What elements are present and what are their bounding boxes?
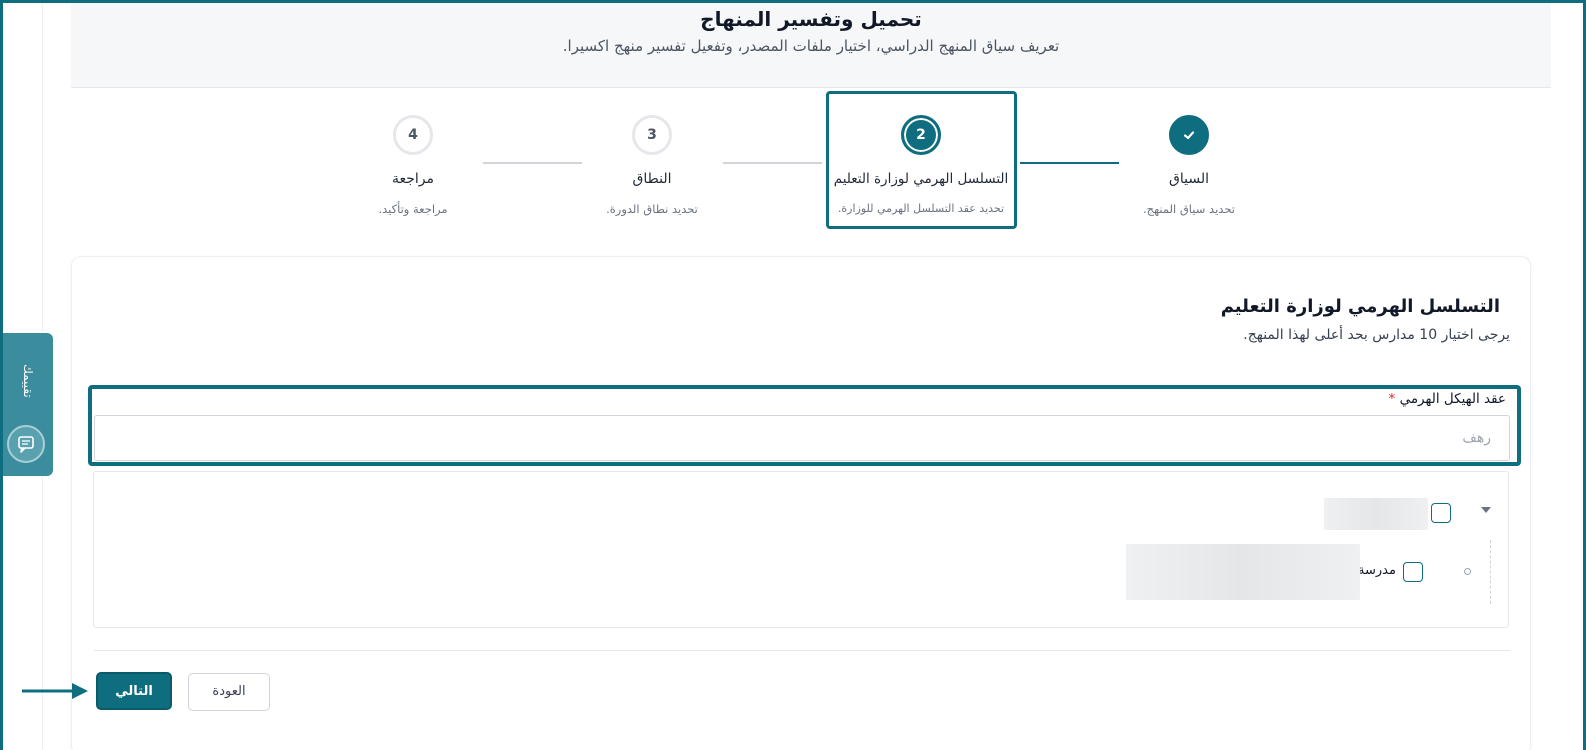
- feedback-icon[interactable]: [7, 425, 45, 463]
- hierarchy-node-input[interactable]: [94, 415, 1510, 461]
- step-description: تحديد عقد التسلسل الهرمي للوزارة.: [837, 202, 1005, 215]
- field-label-text: عقد الهيكل الهرمي: [1399, 391, 1506, 407]
- footer-divider: [94, 650, 1510, 651]
- section-description: يرجى اختيار 10 مدارس بحد أعلى لهذا المنه…: [1243, 327, 1510, 343]
- back-button[interactable]: العودة: [188, 673, 270, 711]
- step-label: السياق: [1169, 171, 1209, 187]
- step-description: تحديد نطاق الدورة.: [606, 202, 698, 216]
- step-connector: [723, 162, 822, 164]
- page-title: تحميل وتفسير المنهاج: [700, 7, 922, 31]
- step-description: تحديد سياق المنهج.: [1143, 202, 1235, 216]
- step-number: 3: [632, 115, 672, 155]
- step-label: التسلسل الهرمي لوزارة التعليم: [833, 171, 1009, 187]
- bullet-icon: [1464, 568, 1471, 575]
- redacted-child-label: [1126, 544, 1360, 600]
- chevron-down-icon[interactable]: [1481, 507, 1491, 513]
- tree-child-label: مدرسة: [1358, 563, 1396, 578]
- step-label: مراجعة: [391, 171, 435, 187]
- required-mark: *: [1388, 391, 1396, 407]
- tree-child-checkbox[interactable]: [1403, 562, 1423, 582]
- tree-node-checkbox[interactable]: [1431, 503, 1451, 523]
- step-connector: [483, 162, 582, 164]
- arrow-icon: [22, 683, 88, 699]
- tree-guide-line: [1490, 540, 1491, 604]
- section-title: التسلسل الهرمي لوزارة التعليم: [1220, 296, 1500, 317]
- field-label: عقد الهيكل الهرمي *: [1389, 391, 1506, 407]
- redacted-node-label: [1324, 498, 1428, 530]
- step-label: النطاق: [632, 171, 672, 187]
- check-icon: [1169, 115, 1209, 155]
- step-connector: [1020, 162, 1119, 164]
- feedback-tab-label: تقييمك: [21, 364, 35, 398]
- next-button[interactable]: التالي: [96, 672, 172, 710]
- page-subtitle: تعريف سياق المنهج الدراسي، اختيار ملفات …: [562, 37, 1060, 55]
- step-description: مراجعة وتأكيد.: [378, 202, 448, 216]
- step-number: 2: [901, 115, 941, 155]
- page-header: تحميل وتفسير المنهاج تعريف سياق المنهج ا…: [71, 0, 1551, 88]
- step-number: 4: [393, 115, 433, 155]
